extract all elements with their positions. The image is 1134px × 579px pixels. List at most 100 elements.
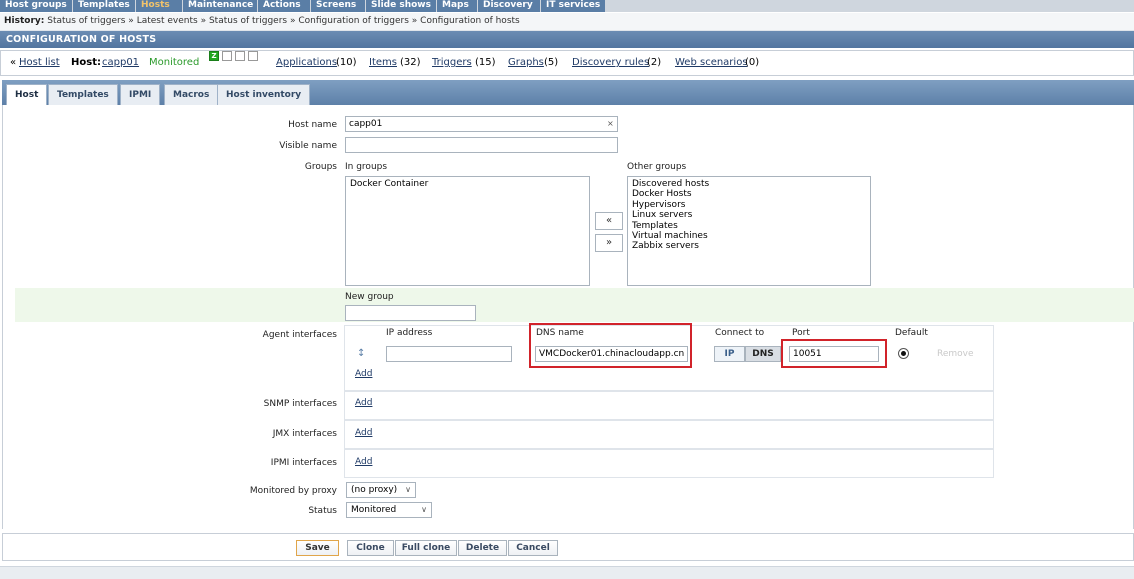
chevron-down-icon: ∨ [421, 505, 427, 514]
tabs-bar: Host Templates IPMI Macros Host inventor… [2, 80, 1134, 105]
tab-host[interactable]: Host [6, 84, 48, 105]
list-item[interactable]: Zabbix servers [632, 241, 866, 251]
menu-it-services[interactable]: IT services [541, 0, 605, 12]
host-name-link[interactable]: capp01 [102, 51, 139, 75]
clear-icon[interactable]: × [607, 119, 614, 128]
move-right-button[interactable]: » [595, 234, 623, 252]
chevron-down-icon: ∨ [405, 485, 411, 494]
history-item[interactable]: Latest events [137, 16, 198, 26]
tab-ipmi[interactable]: IPMI [120, 84, 161, 105]
menu-hosts[interactable]: Hosts [136, 0, 182, 12]
triggers-count: (15) [475, 57, 496, 68]
history-item[interactable]: Configuration of triggers [298, 16, 409, 26]
list-item[interactable]: Hypervisors [632, 200, 866, 210]
groups-label: Groups [304, 162, 337, 172]
list-item[interactable]: Virtual machines [632, 231, 866, 241]
menu-maintenance[interactable]: Maintenance [183, 0, 257, 12]
host-label: Host: [71, 57, 101, 68]
tab-macros[interactable]: Macros [164, 84, 219, 105]
jmx-availability-icon [235, 51, 245, 61]
host-status-text: Monitored [149, 57, 200, 68]
add-snmp-interface-link[interactable]: Add [355, 398, 372, 408]
history-separator: » [290, 16, 296, 26]
cancel-button[interactable]: Cancel [508, 540, 558, 556]
remove-link[interactable]: Remove [937, 349, 974, 359]
in-groups-label: In groups [345, 162, 388, 172]
tab-host-inventory[interactable]: Host inventory [217, 84, 311, 105]
clone-button[interactable]: Clone [347, 540, 394, 556]
discovery-rules-count: (2) [647, 57, 662, 68]
history-separator: » [128, 16, 134, 26]
full-clone-button[interactable]: Full clone [395, 540, 457, 556]
add-jmx-interface-link[interactable]: Add [355, 428, 372, 438]
history-item[interactable]: Configuration of hosts [420, 16, 520, 26]
applications-link[interactable]: Applications [276, 51, 337, 75]
snmp-availability-icon [222, 51, 232, 61]
graphs-count: (5) [544, 57, 559, 68]
history-item[interactable]: Status of triggers [209, 16, 287, 26]
move-left-button[interactable]: « [595, 212, 623, 230]
ipmi-availability-icon [248, 51, 258, 61]
status-label: Status [308, 506, 337, 516]
status-select[interactable]: Monitored ∨ [346, 502, 432, 518]
connect-ip-button[interactable]: IP [714, 346, 745, 362]
tab-templates[interactable]: Templates [48, 84, 118, 105]
menu-maps[interactable]: Maps [437, 0, 477, 12]
menu-templates[interactable]: Templates [73, 0, 135, 12]
list-item[interactable]: Docker Hosts [632, 189, 866, 199]
monitored-by-proxy-label: Monitored by proxy [249, 486, 337, 496]
list-item[interactable]: Templates [632, 221, 866, 231]
save-button[interactable]: Save [296, 540, 339, 556]
menu-discovery[interactable]: Discovery [478, 0, 540, 12]
new-group-input[interactable] [345, 305, 476, 321]
visible-name-input[interactable] [345, 137, 618, 153]
history-separator: » [411, 16, 418, 26]
host-list-link[interactable]: Host list [19, 51, 60, 75]
history-label: History: [4, 16, 45, 26]
visible-name-label: Visible name [279, 141, 337, 151]
top-menu: Host groups Templates Hosts Maintenance … [0, 0, 1134, 12]
list-item[interactable]: Docker Container [350, 179, 585, 189]
new-group-row [15, 288, 1134, 322]
menu-host-groups[interactable]: Host groups [0, 0, 72, 12]
default-interface-radio[interactable] [898, 348, 909, 359]
menu-actions[interactable]: Actions [258, 0, 310, 12]
graphs-link[interactable]: Graphs [508, 51, 544, 75]
other-groups-list[interactable]: Discovered hosts Docker Hosts Hypervisor… [627, 176, 871, 286]
history-bar: History: Status of triggers » Latest eve… [0, 13, 1134, 31]
triggers-link[interactable]: Triggers [432, 51, 472, 75]
connect-dns-button[interactable]: DNS [745, 346, 781, 362]
menu-screens[interactable]: Screens [311, 0, 365, 12]
proxy-select[interactable]: (no proxy) ∨ [346, 482, 416, 498]
items-link[interactable]: Items [369, 51, 397, 75]
port-input[interactable]: 10051 [789, 346, 879, 362]
proxy-select-value: (no proxy) [351, 485, 398, 495]
discovery-rules-link[interactable]: Discovery rules [572, 51, 649, 75]
items-count: (32) [400, 57, 421, 68]
drag-handle-icon[interactable]: ↕ [357, 348, 365, 359]
history-separator: » [200, 16, 207, 26]
zabbix-agent-availability-icon: Z [209, 51, 219, 61]
connect-to-header: Connect to [715, 328, 765, 338]
list-item[interactable]: Discovered hosts [632, 179, 866, 189]
ipmi-interfaces-box [344, 449, 994, 478]
back-glyph: « [10, 57, 17, 68]
status-select-value: Monitored [351, 505, 397, 515]
dns-name-input[interactable]: VMCDocker01.chinacloudapp.cn [535, 346, 688, 362]
port-header: Port [792, 328, 810, 338]
in-groups-list[interactable]: Docker Container [345, 176, 590, 286]
delete-button[interactable]: Delete [458, 540, 507, 556]
default-header: Default [895, 328, 928, 338]
ip-address-input[interactable] [386, 346, 512, 362]
jmx-interfaces-box [344, 420, 994, 449]
host-navigation: « Host list Host: capp01 Monitored Z App… [0, 50, 1134, 76]
list-item[interactable]: Linux servers [632, 210, 866, 220]
add-ipmi-interface-link[interactable]: Add [355, 457, 372, 467]
host-name-input[interactable]: capp01 [345, 116, 618, 132]
web-scenarios-link[interactable]: Web scenarios [675, 51, 748, 75]
add-agent-interface-link[interactable]: Add [355, 369, 372, 379]
page-title: CONFIGURATION OF HOSTS [0, 31, 1134, 48]
menu-slide-shows[interactable]: Slide shows [366, 0, 436, 12]
jmx-interfaces-label: JMX interfaces [272, 429, 337, 439]
history-item[interactable]: Status of triggers [47, 16, 125, 26]
